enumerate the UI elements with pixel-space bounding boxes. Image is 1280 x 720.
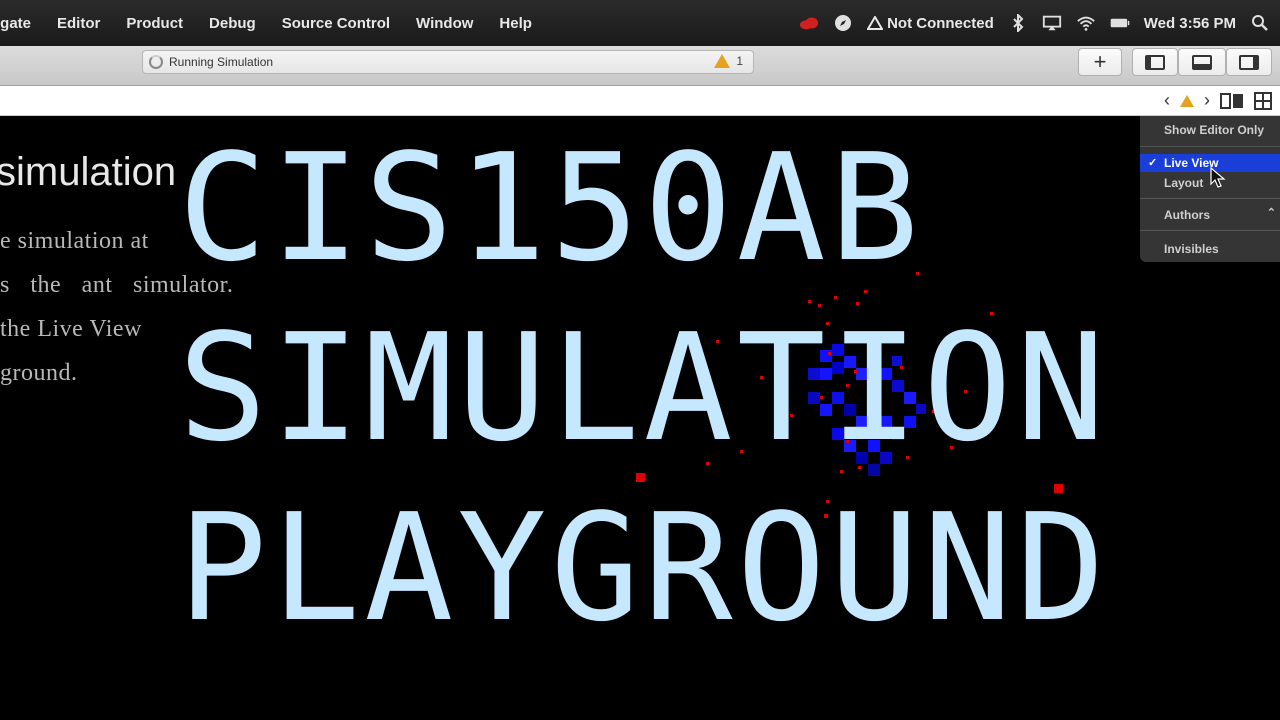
menu-divider <box>1140 198 1280 199</box>
bottom-panel-icon <box>1192 54 1212 70</box>
doc-line-1: e simulation at <box>0 228 149 254</box>
activity-viewer[interactable]: Running Simulation 1 <box>142 50 754 74</box>
assistant-editor-icon[interactable] <box>1220 92 1244 110</box>
menu-item-authors[interactable]: Authors <box>1164 208 1210 222</box>
menu-help[interactable]: Help <box>486 15 545 32</box>
menu-bar: igate Editor Product Debug Source Contro… <box>0 0 1280 46</box>
library-add-button[interactable]: + <box>1078 48 1122 76</box>
compass-icon[interactable] <box>833 13 853 33</box>
wifi-icon[interactable] <box>1076 13 1096 33</box>
cloud-icon[interactable] <box>799 13 819 33</box>
toggle-navigator-button[interactable] <box>1132 48 1178 76</box>
battery-icon[interactable] <box>1110 13 1130 33</box>
editor-options-icon[interactable] <box>1254 91 1272 110</box>
checkmark-icon: ✓ <box>1148 157 1158 169</box>
chevron-left-icon[interactable]: ‹ <box>1164 90 1170 111</box>
page-title: simulation <box>0 150 177 194</box>
warning-count: 1 <box>736 54 743 68</box>
jump-bar-controls: ‹ › <box>1164 90 1272 111</box>
menu-divider <box>1140 146 1280 147</box>
progress-spinner-icon <box>149 55 163 69</box>
menu-editor[interactable]: Editor <box>44 15 113 32</box>
overlay-title-line-3: PLAYGROUND <box>178 482 1110 654</box>
bluetooth-icon[interactable] <box>1008 13 1028 33</box>
doc-line-4: ground. <box>0 360 78 386</box>
menu-source-control[interactable]: Source Control <box>269 15 403 32</box>
mouse-pointer-icon <box>1210 166 1226 188</box>
warning-indicator[interactable]: 1 <box>714 54 743 68</box>
jump-bar: ‹ › <box>0 86 1280 116</box>
connection-status[interactable]: Not Connected <box>866 14 994 32</box>
menu-list: igate Editor Product Debug Source Contro… <box>0 15 545 32</box>
menu-item-show-editor-only[interactable]: Show Editor Only <box>1164 123 1264 137</box>
menu-item-invisibles[interactable]: Invisibles <box>1164 242 1219 256</box>
airplay-icon[interactable] <box>1042 13 1062 33</box>
connection-status-label: Not Connected <box>887 14 994 32</box>
activity-status-text: Running Simulation <box>169 55 274 69</box>
search-icon[interactable] <box>1250 13 1270 33</box>
right-panel-icon <box>1239 54 1259 70</box>
chevron-up-icon: ⌃ <box>1266 207 1276 219</box>
menu-debug[interactable]: Debug <box>196 15 269 32</box>
menu-item-layout[interactable]: Layout <box>1164 176 1203 190</box>
overlay-title-line-1: CIS150AB <box>178 122 923 294</box>
status-area: Not Connected Wed 3:56 PM <box>799 0 1270 46</box>
menu-product[interactable]: Product <box>113 15 196 32</box>
toggle-inspector-button[interactable] <box>1226 48 1272 76</box>
chevron-right-icon[interactable]: › <box>1204 90 1210 111</box>
doc-line-3: the Live View <box>0 316 142 342</box>
warning-icon <box>714 54 731 68</box>
warning-icon[interactable] <box>1180 94 1194 107</box>
clock[interactable]: Wed 3:56 PM <box>1144 15 1236 32</box>
menu-navigate[interactable]: igate <box>0 15 44 32</box>
overlay-title-line-2: SIMULATION <box>178 302 1110 474</box>
left-panel-icon <box>1145 54 1165 70</box>
toggle-debug-area-button[interactable] <box>1178 48 1226 76</box>
menu-window[interactable]: Window <box>403 15 486 32</box>
menu-divider <box>1140 230 1280 231</box>
add-label: + <box>1093 49 1107 74</box>
